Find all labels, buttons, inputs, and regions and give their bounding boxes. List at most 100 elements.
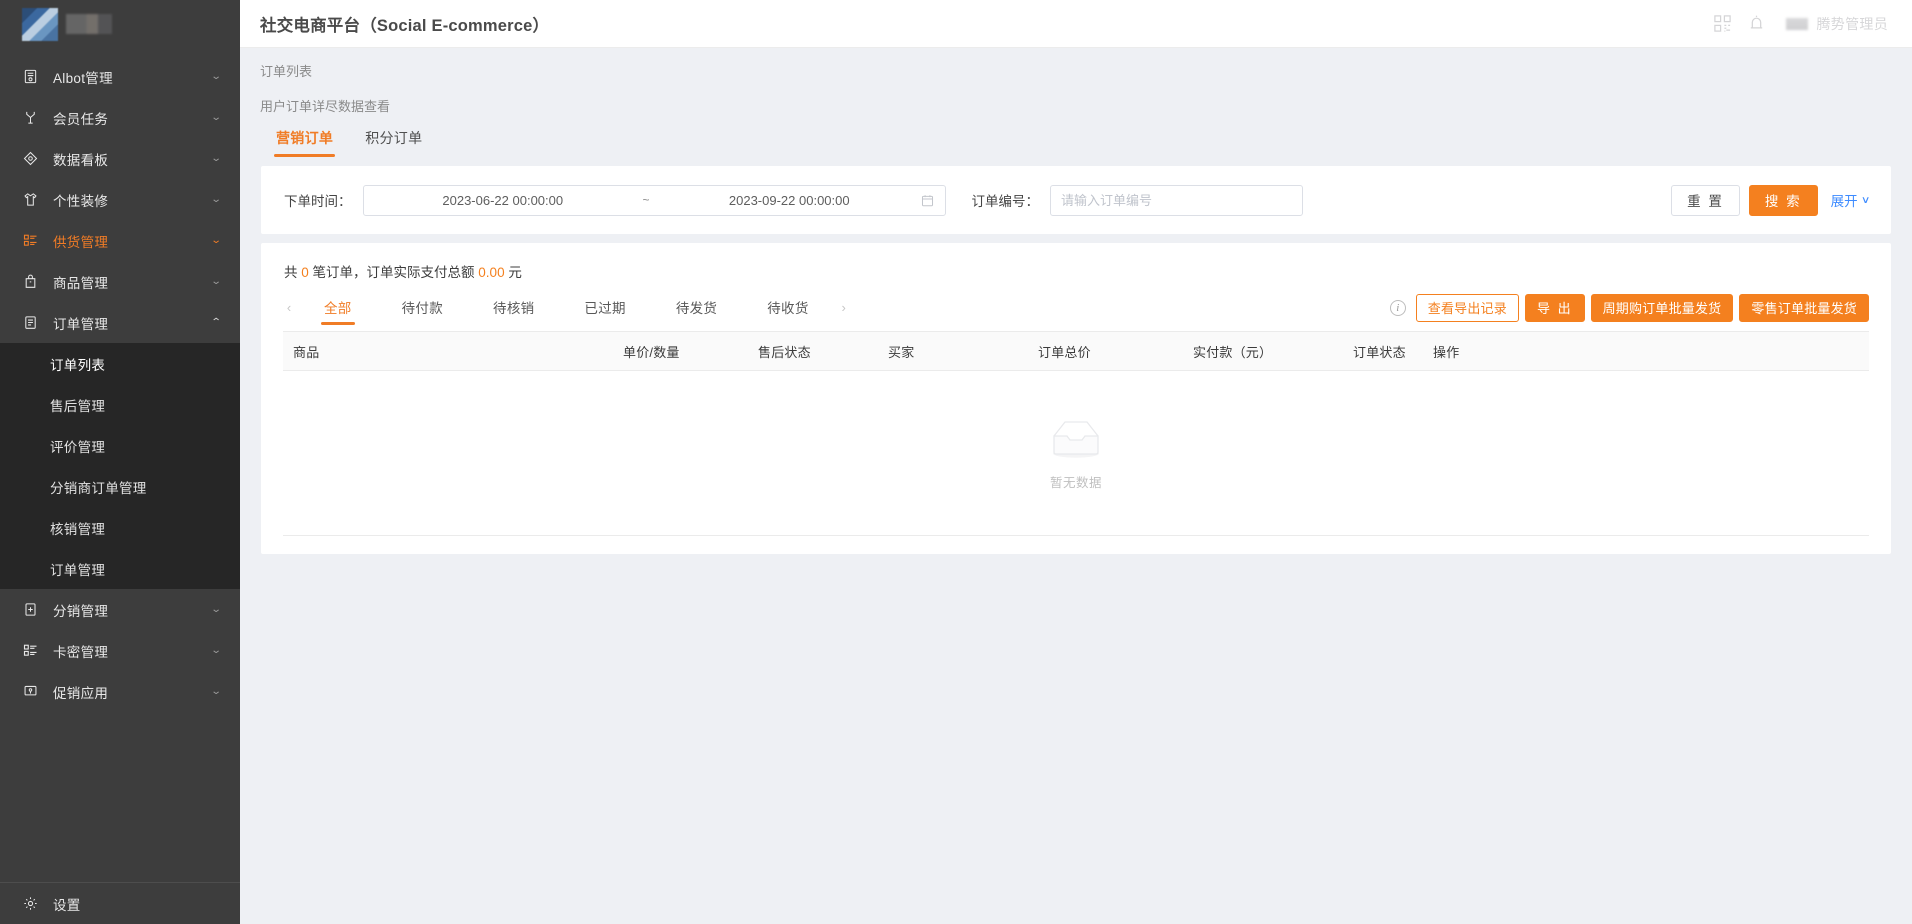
status-tab-pending-payment[interactable]: 待付款: [377, 297, 468, 325]
column-header-order-total: 订单总价: [1038, 344, 1091, 360]
column-header-order-status: 订单状态: [1353, 344, 1406, 360]
expand-label: 展开: [1830, 194, 1858, 209]
batch-ship-subscription-button[interactable]: 周期购订单批量发货: [1590, 293, 1734, 322]
empty-inbox-icon: [1053, 420, 1099, 458]
status-tab-expired[interactable]: 已过期: [559, 297, 650, 325]
status-tab-label: 待发货: [675, 300, 718, 316]
date-end-value: 2023-09-22 00:00:00: [728, 192, 850, 208]
chevron-down-icon: ⌄: [210, 193, 222, 205]
sidebar-item-label: 卡密管理: [53, 644, 109, 660]
view-export-records-button[interactable]: 查看导出记录: [1415, 293, 1519, 322]
sidebar-item-settings[interactable]: 设置: [0, 883, 240, 924]
sidebar-item-member-task[interactable]: 会员任务 ⌄: [0, 97, 240, 138]
chevron-down-icon: ⌄: [210, 70, 222, 82]
chevron-down-icon: ∨: [1860, 194, 1871, 206]
sidebar: Albot管理 ⌄ 会员任务 ⌄ 数据看板 ⌄ 个性装修 ⌄ 供货管理 ⌄ 商品…: [0, 0, 240, 924]
sidebar-item-distribution[interactable]: 分销管理 ⌄: [0, 589, 240, 630]
sidebar-subitem-verification[interactable]: 核销管理: [0, 507, 240, 548]
sidebar-logo[interactable]: [0, 0, 240, 48]
platform-logo-icon: [22, 7, 58, 41]
sidebar-item-order-management[interactable]: 订单管理 ⌃: [0, 302, 240, 343]
sidebar-item-label: 数据看板: [53, 152, 109, 168]
order-time-label: 下单时间：: [284, 194, 352, 209]
export-button[interactable]: 导 出: [1524, 293, 1585, 322]
sidebar-subitem-label: 评价管理: [50, 439, 106, 455]
status-tab-label: 待付款: [401, 300, 444, 316]
filter-panel: 下单时间： 2023-06-22 00:00:00 ~ 2023-09-22 0…: [261, 166, 1891, 234]
qrcode-icon[interactable]: [1706, 7, 1740, 41]
empty-state-text: 暂无数据: [1049, 475, 1102, 490]
tab-marketing-orders[interactable]: 营销订单: [260, 128, 349, 157]
sidebar-item-decoration[interactable]: 个性装修 ⌄: [0, 179, 240, 220]
sidebar-item-albot[interactable]: Albot管理 ⌄: [0, 56, 240, 97]
sidebar-item-goods[interactable]: 商品管理 ⌄: [0, 261, 240, 302]
date-start-value: 2023-06-22 00:00:00: [442, 192, 564, 208]
avatar[interactable]: [1785, 17, 1808, 30]
status-tab-bar: ‹ 全部 待付款 待核销 已过期 待发货 待收货 › i 查看导出记录 导 出 …: [261, 281, 1891, 325]
status-tab-label: 待收货: [767, 300, 809, 316]
sidebar-item-promotion[interactable]: 促销应用 ⌄: [0, 671, 240, 712]
tab-points-orders[interactable]: 积分订单: [349, 128, 438, 157]
platform-logo-wordmark: [66, 14, 112, 34]
order-date-range-picker[interactable]: 2023-06-22 00:00:00 ~ 2023-09-22 00:00:0…: [362, 184, 946, 216]
date-range-separator: ~: [642, 193, 650, 207]
sidebar-subitem-label: 订单管理: [50, 562, 106, 578]
order-table: 商品 单价/数量 售后状态 买家 订单总价 实付款（元） 订单状态 操作 暂无数…: [283, 331, 1869, 536]
column-header-product: 商品: [293, 344, 320, 360]
status-tabs: 全部 待付款 待核销 已过期 待发货 待收货: [299, 291, 834, 325]
sidebar-subitem-label: 售后管理: [50, 398, 106, 414]
column-header-aftersales-status: 售后状态: [758, 344, 811, 360]
bell-icon[interactable]: [1740, 7, 1774, 41]
content-area: 订单列表 用户订单详尽数据查看 营销订单 积分订单 下单时间： 2023-06-…: [240, 48, 1912, 924]
summary-order-count: 0: [301, 265, 309, 280]
status-tabs-prev-icon[interactable]: ‹: [279, 300, 299, 315]
sidebar-subitem-aftersales[interactable]: 售后管理: [0, 384, 240, 425]
calendar-icon: [920, 194, 936, 207]
list-action-bar: i 查看导出记录 导 出 周期购订单批量发货 零售订单批量发货: [1389, 293, 1869, 322]
sidebar-subitem-distributor-order[interactable]: 分销商订单管理: [0, 466, 240, 507]
sidebar-subitem-label: 核销管理: [50, 521, 106, 537]
status-tab-label: 全部: [324, 300, 352, 316]
sidebar-subitem-label: 订单列表: [50, 357, 106, 373]
order-no-input[interactable]: [1050, 184, 1303, 216]
username-label[interactable]: 腾势管理员: [1817, 14, 1891, 34]
promo-screen-icon: [22, 683, 39, 700]
app-root: Albot管理 ⌄ 会员任务 ⌄ 数据看板 ⌄ 个性装修 ⌄ 供货管理 ⌄ 商品…: [0, 0, 1912, 924]
sidebar-subitem-order-list[interactable]: 订单列表: [0, 343, 240, 384]
reset-button[interactable]: 重 置: [1671, 184, 1740, 216]
order-summary: 共 0 笔订单，订单实际支付总额 0.00 元: [261, 243, 1891, 281]
sidebar-item-card-secret[interactable]: 卡密管理 ⌄: [0, 630, 240, 671]
column-header-buyer: 买家: [888, 344, 915, 360]
main-tab-bar: 营销订单 积分订单: [260, 127, 1912, 157]
sidebar-submenu-order: 订单列表 售后管理 评价管理 分销商订单管理 核销管理 订单管理: [0, 343, 240, 589]
sidebar-footer: 设置: [0, 882, 240, 924]
summary-total-amount: 0.00: [478, 265, 505, 280]
status-tab-pending-shipment[interactable]: 待发货: [651, 297, 742, 325]
sidebar-subitem-order-admin[interactable]: 订单管理: [0, 548, 240, 589]
sidebar-item-dashboard[interactable]: 数据看板 ⌄: [0, 138, 240, 179]
summary-middle: 笔订单，订单实际支付总额: [308, 265, 479, 280]
sidebar-subitem-review[interactable]: 评价管理: [0, 425, 240, 466]
tab-label: 积分订单: [365, 130, 423, 146]
sidebar-item-label: 订单管理: [53, 316, 109, 332]
expand-filters-link[interactable]: 展开 ∨: [1830, 190, 1871, 210]
status-tab-all[interactable]: 全部: [299, 297, 377, 325]
table-body-empty: 暂无数据: [283, 371, 1869, 536]
search-button[interactable]: 搜 索: [1748, 184, 1818, 216]
info-circle-icon[interactable]: i: [1389, 299, 1406, 316]
sidebar-item-label: 促销应用: [53, 685, 109, 701]
status-tabs-next-icon[interactable]: ›: [834, 300, 854, 315]
status-tab-pending-verification[interactable]: 待核销: [468, 297, 559, 325]
chevron-down-icon: ⌄: [210, 152, 222, 164]
status-tab-label: 待核销: [493, 300, 535, 316]
status-tab-pending-receipt[interactable]: 待收货: [742, 297, 833, 325]
main-area: 社交电商平台（Social E-commerce） 腾势管理员 订单列表 用户订…: [240, 0, 1912, 924]
dashboard-diamond-icon: [22, 150, 39, 167]
shirt-decor-icon: [22, 191, 39, 208]
sidebar-subitem-label: 分销商订单管理: [50, 480, 147, 496]
batch-ship-retail-button[interactable]: 零售订单批量发货: [1739, 293, 1869, 322]
bag-icon: [22, 273, 39, 290]
chevron-down-icon: ⌄: [210, 685, 222, 697]
sidebar-item-supply[interactable]: 供货管理 ⌄: [0, 220, 240, 261]
sidebar-item-label: 分销管理: [53, 603, 109, 619]
